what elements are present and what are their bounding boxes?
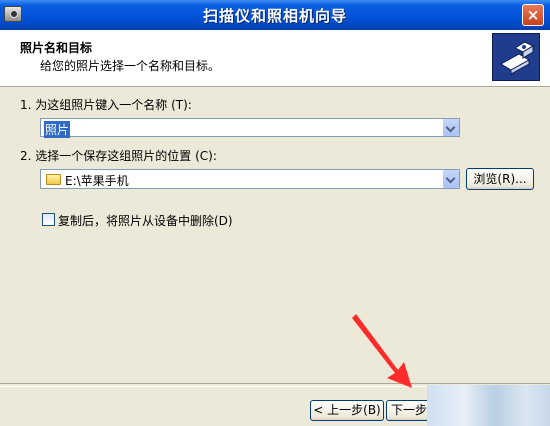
annotation-arrow-overlay <box>352 314 412 388</box>
red-arrow-icon <box>352 314 412 388</box>
